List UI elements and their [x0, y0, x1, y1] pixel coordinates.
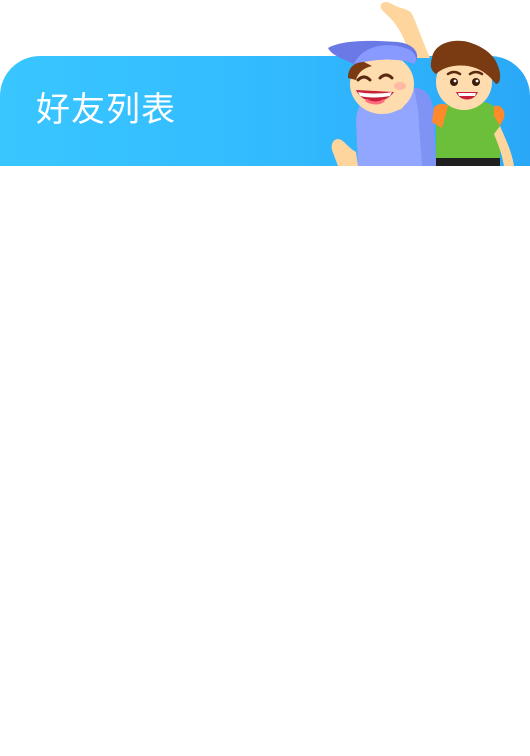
page-title: 好友列表 [36, 90, 176, 130]
cheering-kids-icon [328, 1, 514, 166]
friend-list-area [0, 166, 530, 756]
